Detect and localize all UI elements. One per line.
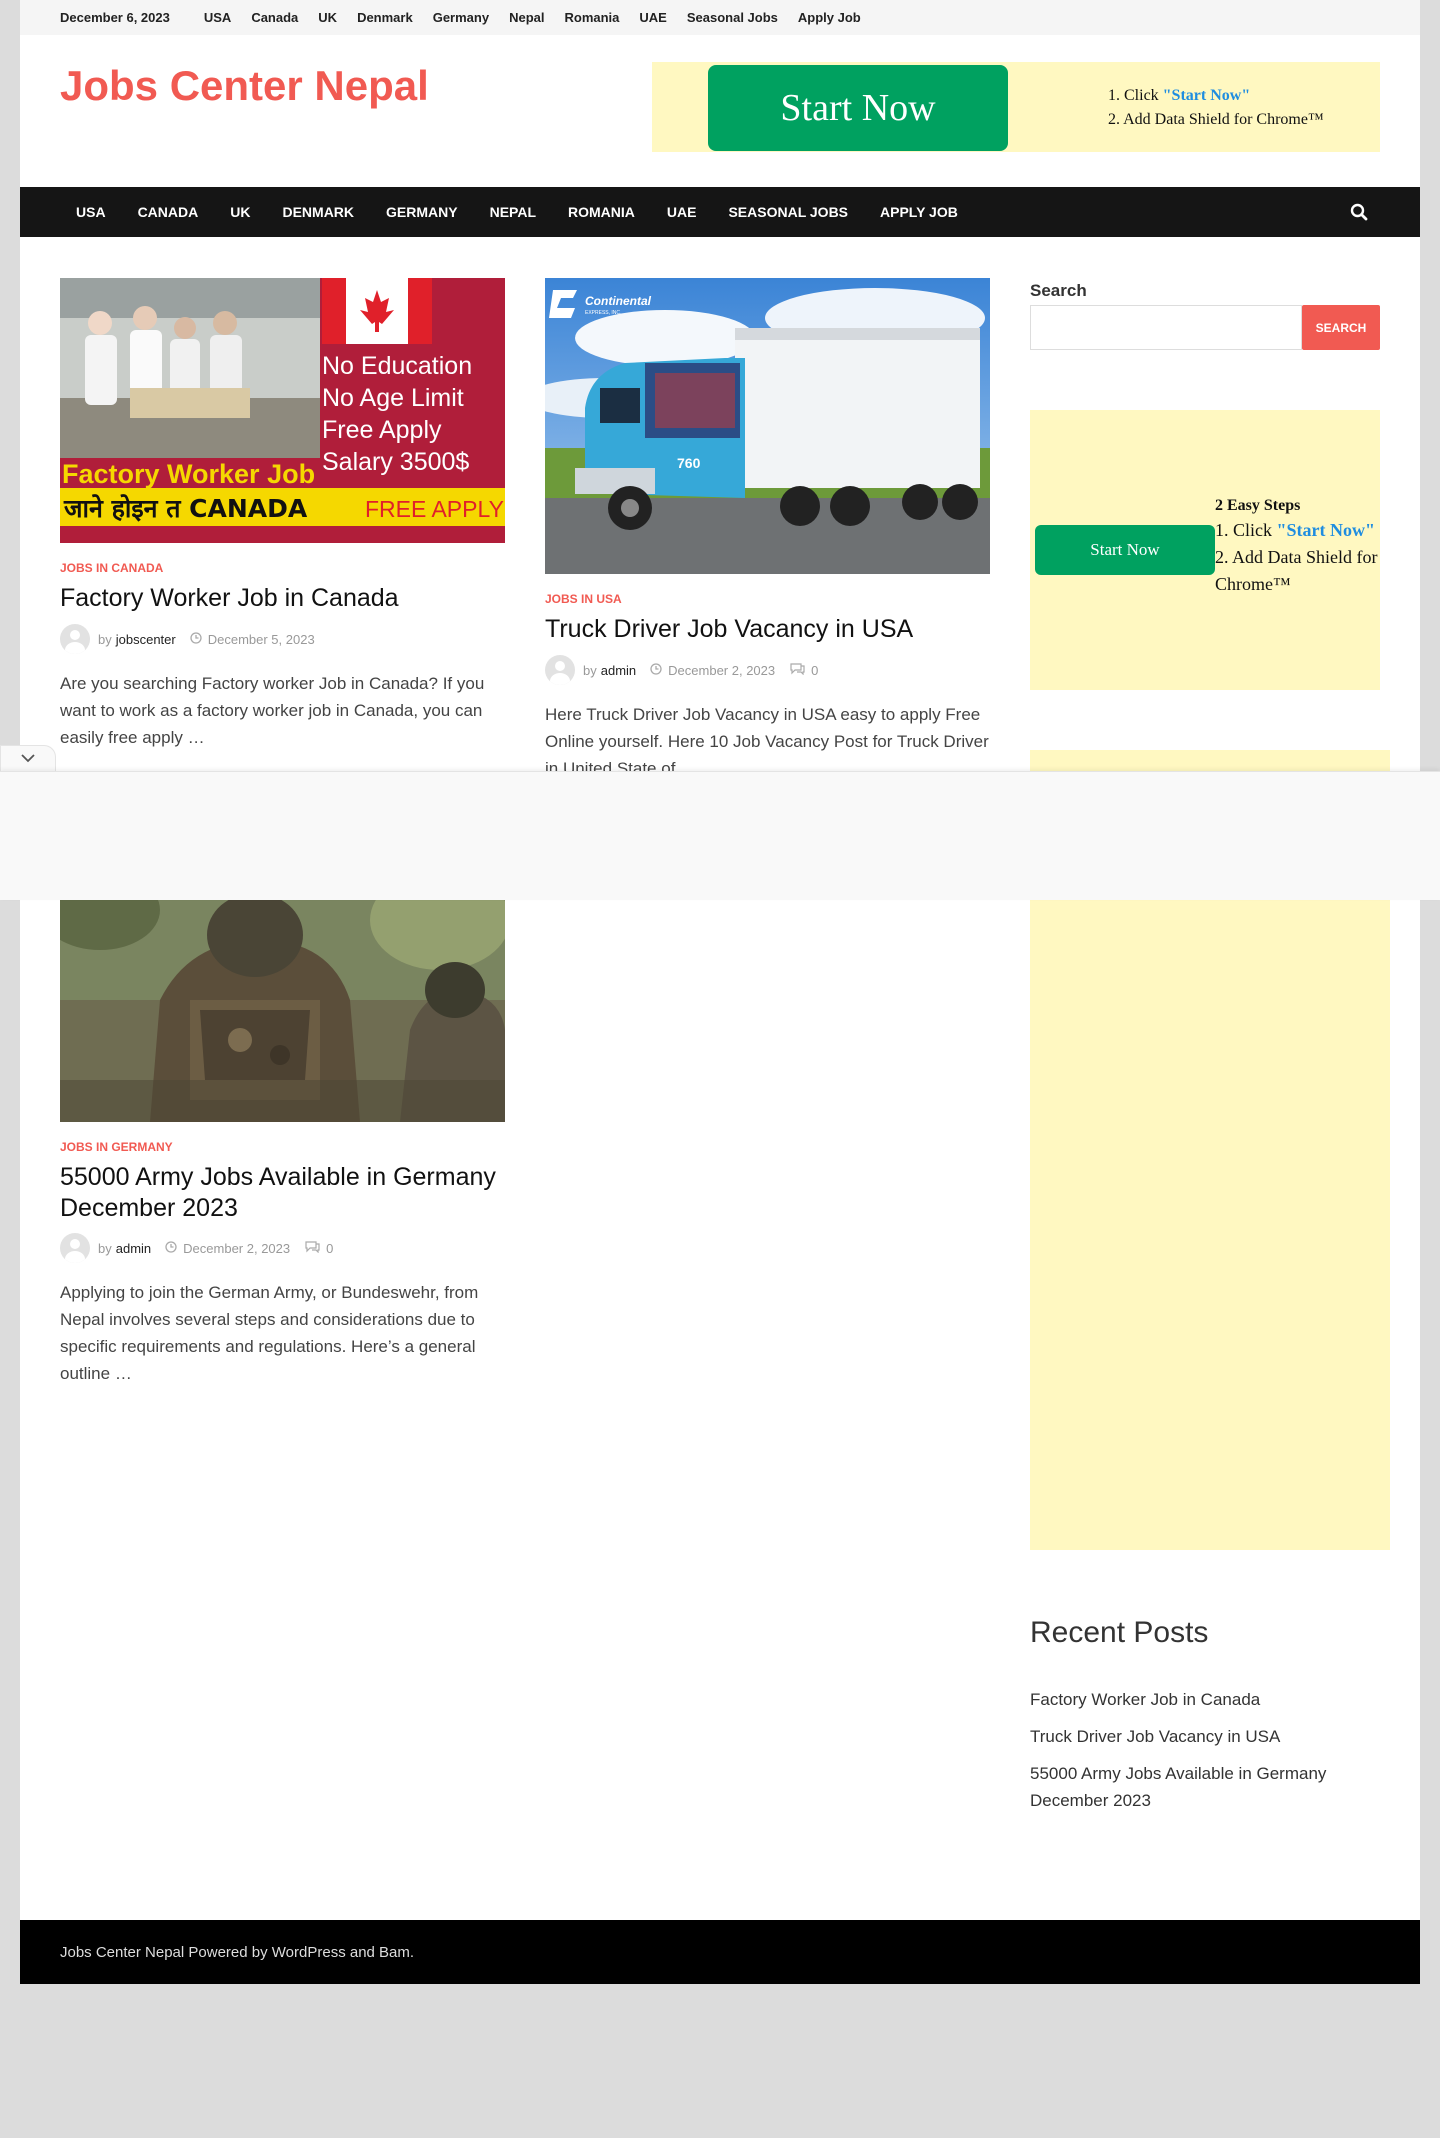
- nav-item-seasonal-jobs[interactable]: SEASONAL JOBS: [728, 204, 848, 220]
- top-link-usa[interactable]: USA: [204, 10, 231, 25]
- svg-text:No Education: No Education: [322, 352, 472, 380]
- top-link-nepal[interactable]: Nepal: [509, 10, 544, 25]
- post-category[interactable]: JOBS IN GERMANY: [60, 1140, 173, 1154]
- meta-by: by: [583, 662, 597, 678]
- header-ad-start-button[interactable]: Start Now: [708, 65, 1008, 151]
- top-date: December 6, 2023: [60, 10, 170, 25]
- search-input[interactable]: [1030, 305, 1302, 350]
- svg-text:Salary 3500$: Salary 3500$: [322, 448, 469, 476]
- truck-number: 760: [677, 455, 701, 471]
- svg-text:Factory Worker Job: Factory Worker Job: [62, 459, 315, 489]
- nav-item-germany[interactable]: GERMANY: [386, 204, 458, 220]
- top-bar: December 6, 2023 USA Canada UK Denmark G…: [20, 0, 1420, 35]
- post-date[interactable]: December 2, 2023: [668, 663, 775, 678]
- author-avatar: [60, 1233, 90, 1263]
- post-category[interactable]: JOBS IN CANADA: [60, 561, 163, 575]
- post-thumbnail-truck[interactable]: 760 Continental EXPRESS, INC.: [545, 278, 990, 574]
- top-link-uae[interactable]: UAE: [639, 10, 666, 25]
- author-avatar: [60, 624, 90, 654]
- meta-by: by: [98, 1240, 112, 1256]
- post-meta: by admin December 2, 2023 0: [60, 1233, 333, 1263]
- post-meta: by jobscenter December 5, 2023: [60, 624, 315, 654]
- nav-item-denmark[interactable]: DENMARK: [282, 204, 354, 220]
- nav-item-canada[interactable]: CANADA: [138, 204, 199, 220]
- svg-text:जाने होइन त CANADA: जाने होइन त CANADA: [63, 494, 308, 523]
- search-icon[interactable]: [1350, 203, 1368, 221]
- top-link-canada[interactable]: Canada: [251, 10, 298, 25]
- post-title[interactable]: 55000 Army Jobs Available in Germany Dec…: [60, 1162, 505, 1224]
- nav-item-uae[interactable]: UAE: [667, 204, 697, 220]
- chevron-down-icon: [20, 750, 36, 768]
- sticky-ad-overlay[interactable]: [0, 771, 1440, 900]
- post-excerpt: Here Truck Driver Job Vacancy in USA eas…: [545, 705, 989, 778]
- post-excerpt: Applying to join the German Army, or Bun…: [60, 1283, 479, 1383]
- svg-text:Free Apply: Free Apply: [322, 416, 442, 444]
- clock-icon: [165, 1240, 177, 1256]
- top-link-uk[interactable]: UK: [318, 10, 337, 25]
- sidebar-ad-steps: 2 Easy Steps 1. Click "Start Now" 2. Add…: [1215, 495, 1385, 598]
- svg-text:FREE APPLY: FREE APPLY: [365, 496, 504, 522]
- top-link-germany[interactable]: Germany: [433, 10, 489, 25]
- author-link[interactable]: admin: [601, 663, 636, 678]
- page-wrapper: December 6, 2023 USA Canada UK Denmark G…: [20, 0, 1420, 1984]
- overlay-collapse-button[interactable]: [0, 745, 56, 772]
- sidebar-ad-heading: 2 Easy Steps: [1215, 497, 1301, 514]
- recent-post-link[interactable]: Factory Worker Job in Canada: [1030, 1686, 1370, 1713]
- top-link-seasonal-jobs[interactable]: Seasonal Jobs: [687, 10, 778, 25]
- post-title[interactable]: Truck Driver Job Vacancy in USA: [545, 614, 990, 645]
- recent-post-link[interactable]: 55000 Army Jobs Available in Germany Dec…: [1030, 1760, 1370, 1814]
- post-thumbnail-factory[interactable]: No Education No Age Limit Free Apply Sal…: [60, 278, 505, 543]
- truck-logo-text: Continental: [585, 294, 652, 308]
- post-meta: by admin December 2, 2023 0: [545, 655, 818, 685]
- sidebar-ad-start-button[interactable]: Start Now: [1035, 525, 1215, 575]
- clock-icon: [650, 662, 662, 678]
- nav-item-romania[interactable]: ROMANIA: [568, 204, 635, 220]
- comment-icon: [304, 1240, 320, 1256]
- nav-item-usa[interactable]: USA: [76, 204, 106, 220]
- sidebar-ad-step1: 1. Click: [1215, 520, 1277, 540]
- header-ad-steps: 1. Click "Start Now" 2. Add Data Shield …: [1108, 84, 1324, 132]
- nav-item-uk[interactable]: UK: [230, 204, 250, 220]
- main-nav: USA CANADA UK DENMARK GERMANY NEPAL ROMA…: [20, 187, 1420, 237]
- post-excerpt: Are you searching Factory worker Job in …: [60, 674, 485, 747]
- post-title[interactable]: Factory Worker Job in Canada: [60, 583, 505, 614]
- comment-icon: [789, 662, 805, 678]
- header-ad-step1-link: "Start Now": [1162, 87, 1251, 104]
- search-label: Search: [1030, 281, 1087, 300]
- sidebar-ad-step2: 2. Add Data Shield for Chrome™: [1215, 547, 1378, 594]
- comment-count[interactable]: 0: [326, 1241, 333, 1256]
- meta-by: by: [98, 631, 112, 647]
- truck-logo-sub: EXPRESS, INC.: [585, 310, 621, 316]
- sidebar-ad-step1-link: "Start Now": [1276, 520, 1375, 540]
- clock-icon: [190, 631, 202, 647]
- nav-item-nepal[interactable]: NEPAL: [490, 204, 536, 220]
- header-ad-step1: 1. Click: [1108, 87, 1163, 104]
- recent-posts-title: Recent Posts: [1030, 1616, 1209, 1649]
- top-link-romania[interactable]: Romania: [564, 10, 619, 25]
- site-title[interactable]: Jobs Center Nepal: [60, 62, 429, 110]
- author-avatar: [545, 655, 575, 685]
- comment-count[interactable]: 0: [811, 663, 818, 678]
- author-link[interactable]: jobscenter: [116, 632, 176, 647]
- svg-text:No Age Limit: No Age Limit: [322, 384, 464, 412]
- search-button[interactable]: SEARCH: [1302, 305, 1380, 350]
- post-date[interactable]: December 2, 2023: [183, 1241, 290, 1256]
- top-link-denmark[interactable]: Denmark: [357, 10, 413, 25]
- post-date[interactable]: December 5, 2023: [208, 632, 315, 647]
- site-footer: Jobs Center Nepal Powered by WordPress a…: [20, 1920, 1420, 1984]
- top-link-apply-job[interactable]: Apply Job: [798, 10, 861, 25]
- footer-credit: Jobs Center Nepal Powered by WordPress a…: [60, 1943, 415, 1961]
- nav-item-apply-job[interactable]: APPLY JOB: [880, 204, 958, 220]
- sidebar-ad[interactable]: Start Now 2 Easy Steps 1. Click "Start N…: [1030, 410, 1380, 690]
- post-category[interactable]: JOBS IN USA: [545, 592, 622, 606]
- recent-posts-list: Factory Worker Job in Canada Truck Drive…: [1030, 1686, 1370, 1824]
- header-ad[interactable]: Start Now 1. Click "Start Now" 2. Add Da…: [652, 62, 1380, 152]
- recent-post-link[interactable]: Truck Driver Job Vacancy in USA: [1030, 1723, 1370, 1750]
- header-ad-step2: 2. Add Data Shield for Chrome™: [1108, 111, 1324, 128]
- post-thumbnail-army[interactable]: [60, 880, 505, 1122]
- author-link[interactable]: admin: [116, 1241, 151, 1256]
